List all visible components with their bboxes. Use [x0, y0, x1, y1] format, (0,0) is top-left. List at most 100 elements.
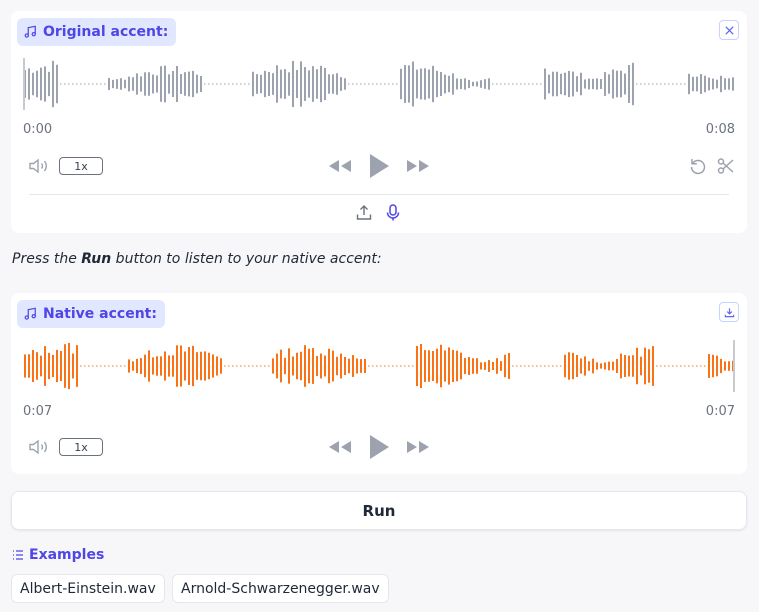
- waveform-bar: [36, 352, 38, 380]
- waveform-bar: [104, 365, 106, 367]
- waveform-bar: [588, 361, 590, 371]
- waveform-bar: [228, 365, 230, 367]
- waveform-bar: [80, 365, 82, 367]
- waveform-bar: [328, 74, 330, 94]
- waveform-bar: [656, 83, 658, 85]
- waveform-bar: [692, 365, 694, 367]
- waveform-bar: [408, 65, 410, 103]
- waveform-bar: [336, 356, 338, 376]
- upload-source-button[interactable]: [356, 204, 372, 225]
- waveform-bar: [72, 353, 74, 379]
- waveform-bar: [372, 83, 374, 85]
- waveform-bar: [284, 357, 286, 375]
- waveform-bar: [296, 69, 298, 99]
- waveform-bar: [92, 83, 94, 85]
- waveform-bar: [308, 70, 310, 98]
- waveform-bar: [240, 83, 242, 85]
- playhead-cursor[interactable]: [733, 340, 735, 392]
- waveform-bar: [500, 361, 502, 371]
- original-play-button[interactable]: [367, 152, 391, 180]
- waveform-bar: [376, 365, 378, 367]
- waveform-bar: [560, 73, 562, 95]
- waveform-bar: [40, 355, 42, 377]
- waveform-bar: [680, 365, 682, 367]
- waveform-bar: [608, 361, 610, 371]
- waveform-bar: [688, 73, 690, 95]
- example-item[interactable]: Arnold-Schwarzenegger.wav: [172, 574, 389, 603]
- waveform-bar: [252, 365, 254, 367]
- original-accent-label: Original accent:: [17, 18, 177, 46]
- waveform-bar: [604, 72, 606, 96]
- waveform-bar: [588, 78, 590, 90]
- download-button[interactable]: [719, 302, 739, 322]
- trim-button[interactable]: [717, 157, 735, 179]
- waveform-bar: [380, 83, 382, 85]
- waveform-bar: [544, 68, 546, 100]
- waveform-bar: [424, 350, 426, 382]
- playhead-cursor[interactable]: [23, 58, 25, 110]
- waveform-bar: [420, 68, 422, 100]
- original-waveform[interactable]: [23, 56, 735, 112]
- waveform-bar: [360, 83, 362, 85]
- example-item[interactable]: Albert-Einstein.wav: [11, 574, 165, 603]
- instruction-prefix: Press the: [12, 251, 82, 267]
- waveform-bar: [364, 83, 366, 85]
- waveform-bar: [476, 81, 478, 87]
- native-rewind-button[interactable]: [328, 439, 352, 455]
- clear-audio-button[interactable]: [719, 20, 739, 40]
- waveform-bar: [616, 70, 618, 98]
- waveform-bar: [620, 70, 622, 98]
- waveform-bar: [648, 349, 650, 383]
- waveform-bar: [528, 83, 530, 85]
- waveform-bar: [292, 356, 294, 376]
- waveform-bar: [124, 79, 126, 89]
- waveform-bar: [696, 365, 698, 367]
- waveform-bar: [600, 363, 602, 369]
- native-transport-controls: [328, 432, 430, 462]
- waveform-bar: [304, 67, 306, 101]
- native-play-button[interactable]: [367, 433, 391, 461]
- native-fast-forward-button[interactable]: [406, 439, 430, 455]
- waveform-bar: [332, 350, 334, 382]
- waveform-bar: [672, 365, 674, 367]
- waveform-bar: [420, 343, 422, 389]
- waveform-bar: [144, 354, 146, 378]
- undo-button[interactable]: [689, 157, 707, 179]
- volume-icon[interactable]: [28, 438, 50, 456]
- waveform-bar: [112, 79, 114, 89]
- music-note-icon: [24, 307, 36, 320]
- waveform-bar: [692, 76, 694, 92]
- native-playback-speed-button[interactable]: 1x: [59, 438, 103, 456]
- waveform-bar: [136, 358, 138, 374]
- waveform-bar: [500, 83, 502, 85]
- waveform-bar: [400, 68, 402, 100]
- waveform-bar: [288, 72, 290, 96]
- waveform-bar: [260, 74, 262, 94]
- microphone-source-button[interactable]: [385, 204, 401, 225]
- waveform-bar: [628, 65, 630, 103]
- original-rewind-button[interactable]: [328, 158, 352, 174]
- original-playback-speed-button[interactable]: 1x: [59, 157, 103, 175]
- play-icon: [370, 154, 389, 178]
- waveform-bar: [536, 365, 538, 367]
- waveform-bar: [492, 83, 494, 85]
- waveform-bar: [404, 365, 406, 367]
- original-fast-forward-button[interactable]: [406, 158, 430, 174]
- native-accent-label-text: Native accent:: [43, 306, 157, 322]
- waveform-bar: [368, 365, 370, 367]
- waveform-bar: [516, 365, 518, 367]
- instruction-bold: Run: [81, 251, 112, 267]
- waveform-bar: [272, 358, 274, 374]
- waveform-bar: [452, 349, 454, 383]
- volume-icon[interactable]: [28, 157, 50, 175]
- waveform-bar: [300, 351, 302, 381]
- waveform-bar: [88, 365, 90, 367]
- waveform-bar: [564, 354, 566, 378]
- native-waveform[interactable]: [23, 338, 735, 394]
- waveform-bar: [264, 365, 266, 367]
- waveform-bar: [152, 357, 154, 375]
- waveform-bar: [596, 78, 598, 90]
- run-button[interactable]: Run: [11, 491, 747, 530]
- waveform-bar: [100, 365, 102, 367]
- waveform-bar: [32, 350, 34, 382]
